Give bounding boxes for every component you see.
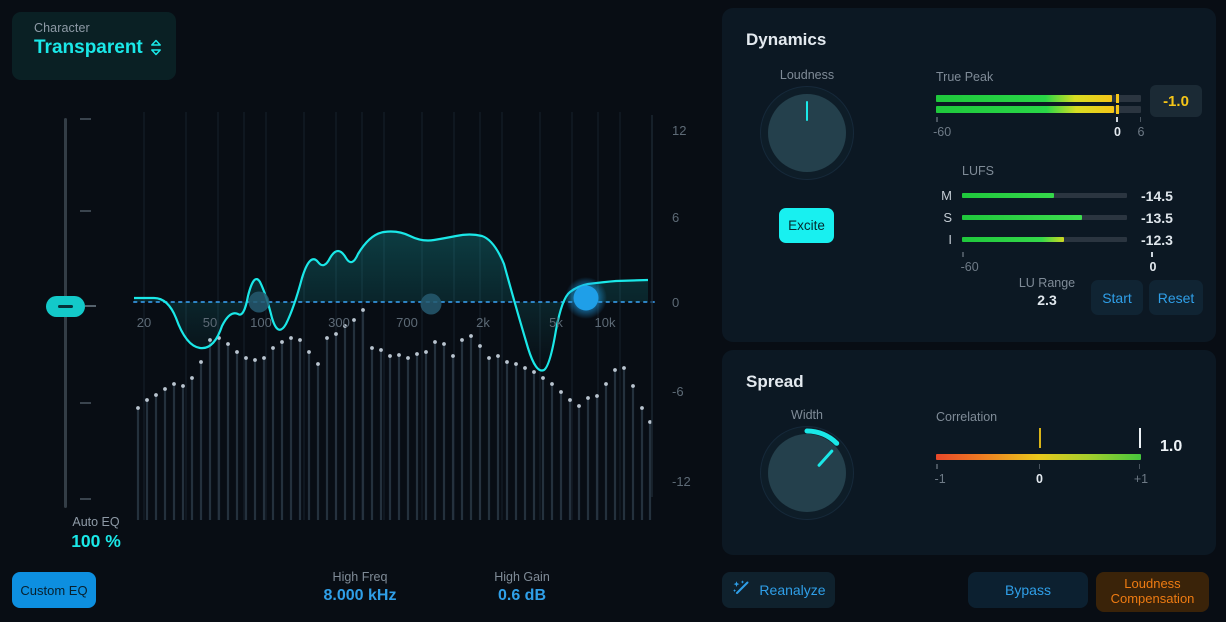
loudness-compensation-button[interactable]: Loudness Compensation — [1096, 572, 1209, 612]
auto-eq-tick — [80, 402, 91, 404]
lufs-scale-min: -60 — [960, 260, 979, 274]
spread-title: Spread — [746, 372, 804, 391]
svg-text:5k: 5k — [549, 315, 563, 330]
lufs-value-m: -14.5 — [1141, 187, 1173, 204]
loudness-compensation-line1: Loudness — [1124, 576, 1181, 592]
correlation-meter: Correlation -1 0 +1 — [934, 410, 1149, 490]
excite-button[interactable]: Excite — [779, 208, 834, 243]
svg-text:20: 20 — [137, 315, 151, 330]
lufs-key-m: M — [941, 188, 952, 203]
svg-text:12: 12 — [672, 123, 686, 138]
lu-range-value: 2.3 — [1037, 292, 1057, 308]
lufs-key-i: I — [948, 232, 952, 247]
auto-eq-readout: Auto EQ 100 % — [36, 515, 156, 552]
band-node-low[interactable] — [248, 291, 270, 313]
high-freq-label: High Freq — [332, 570, 388, 584]
eq-section: Character Transparent Auto EQ 100 % 20 5… — [0, 0, 710, 622]
correlation-bar — [936, 428, 1142, 460]
bypass-button[interactable]: Bypass — [968, 572, 1088, 608]
svg-text:100: 100 — [250, 315, 272, 330]
correlation-label: Correlation — [936, 410, 998, 424]
character-selector[interactable]: Character Transparent — [12, 12, 176, 80]
updown-chevron-icon — [150, 39, 162, 58]
auto-eq-tick — [80, 210, 91, 212]
correlation-scale-min: -1 — [934, 472, 946, 486]
width-knob-arc — [804, 428, 840, 446]
lufs-value-s: -13.5 — [1141, 209, 1173, 226]
true-peak-meter: True Peak -60 0 6 — [933, 70, 1144, 143]
custom-eq-button[interactable]: Custom EQ — [12, 572, 96, 608]
db-axis: 12 6 0 -6 -12 — [651, 115, 691, 497]
lufs-row-short: S -13.5 — [936, 209, 1202, 226]
lu-range-readout: LU Range 2.3 — [1012, 276, 1082, 308]
lufs-row-integrated: I -12.3 — [936, 231, 1202, 248]
dynamics-title: Dynamics — [746, 30, 827, 49]
character-value: Transparent — [34, 37, 143, 58]
lufs-label: LUFS — [962, 164, 994, 178]
svg-text:-6: -6 — [672, 384, 684, 399]
true-peak-scale-zero: 0 — [1113, 125, 1121, 139]
loudness-label: Loudness — [779, 68, 835, 82]
true-peak-scale: -60 0 6 — [933, 117, 1144, 143]
correlation-scale: -1 0 +1 — [934, 464, 1148, 490]
character-label: Character — [34, 21, 90, 35]
width-label: Width — [791, 408, 823, 422]
svg-text:0: 0 — [672, 295, 679, 310]
lufs-value-i: -12.3 — [1141, 231, 1173, 248]
svg-text:-12: -12 — [672, 474, 691, 489]
reanalyze-button[interactable]: Reanalyze — [722, 572, 835, 608]
loudness-control: Loudness — [752, 68, 862, 172]
true-peak-value[interactable]: -1.0 — [1150, 85, 1202, 117]
true-peak-label: True Peak — [936, 70, 994, 84]
loudness-knob[interactable] — [768, 94, 846, 172]
auto-eq-tick — [80, 118, 91, 120]
high-gain-label: High Gain — [494, 570, 550, 584]
auto-eq-value: 100 % — [71, 531, 121, 551]
svg-text:6: 6 — [672, 210, 679, 225]
correlation-value: 1.0 — [1160, 438, 1183, 455]
band-readouts: High Freq 8.000 kHz High Gain 0.6 dB — [300, 570, 582, 605]
lufs-meters: LUFS M -14.5 S -13.5 I -12.3 -60 0 — [936, 164, 1202, 278]
high-freq-readout[interactable]: High Freq 8.000 kHz — [300, 570, 420, 605]
svg-text:300: 300 — [328, 315, 350, 330]
svg-text:700: 700 — [396, 315, 418, 330]
lufs-row-momentary: M -14.5 — [936, 187, 1202, 204]
correlation-scale-max: +1 — [1133, 472, 1149, 486]
auto-eq-current-tick — [85, 305, 96, 307]
high-freq-value: 8.000 kHz — [323, 587, 397, 604]
start-button[interactable]: Start — [1091, 280, 1143, 315]
high-gain-value: 0.6 dB — [497, 587, 546, 604]
reanalyze-label: Reanalyze — [759, 582, 826, 598]
auto-eq-slider[interactable]: Auto EQ 100 % — [30, 110, 121, 551]
correlation-marker-zero — [1038, 428, 1041, 448]
loudness-compensation-line2: Compensation — [1110, 591, 1195, 606]
eq-graph[interactable]: 20 50 100 300 700 2k 5k 10k 12 6 0 -6 -1… — [126, 112, 691, 520]
svg-text:2k: 2k — [476, 315, 490, 330]
loudness-knob-pointer — [805, 101, 808, 121]
band-node-high[interactable] — [565, 277, 607, 319]
true-peak-scale-max: 6 — [1137, 125, 1145, 139]
high-gain-readout[interactable]: High Gain 0.6 dB — [462, 570, 582, 605]
true-peak-bar-1 — [936, 94, 1141, 103]
character-value-row[interactable]: Transparent — [34, 37, 176, 59]
svg-text:50: 50 — [203, 315, 217, 330]
true-peak-bar-2 — [936, 105, 1141, 114]
band-node-mid[interactable] — [420, 293, 442, 315]
lufs-key-s: S — [943, 210, 952, 225]
plugin-window: Character Transparent Auto EQ 100 % 20 5… — [0, 0, 1226, 622]
svg-text:10k: 10k — [595, 315, 616, 330]
correlation-scale-zero: 0 — [1036, 472, 1043, 486]
auto-eq-handle[interactable] — [46, 296, 85, 317]
width-control: Width — [752, 408, 862, 512]
lu-range-label: LU Range — [1018, 276, 1076, 290]
correlation-marker-current — [1138, 428, 1142, 448]
reset-button[interactable]: Reset — [1149, 280, 1203, 315]
width-knob[interactable] — [768, 428, 846, 512]
magic-wand-sparkle-icon — [731, 578, 751, 603]
true-peak-scale-min: -60 — [933, 125, 952, 139]
auto-eq-tick — [80, 498, 91, 500]
lufs-scale-zero: 0 — [1149, 260, 1157, 274]
lufs-scale: -60 0 — [960, 252, 1156, 278]
